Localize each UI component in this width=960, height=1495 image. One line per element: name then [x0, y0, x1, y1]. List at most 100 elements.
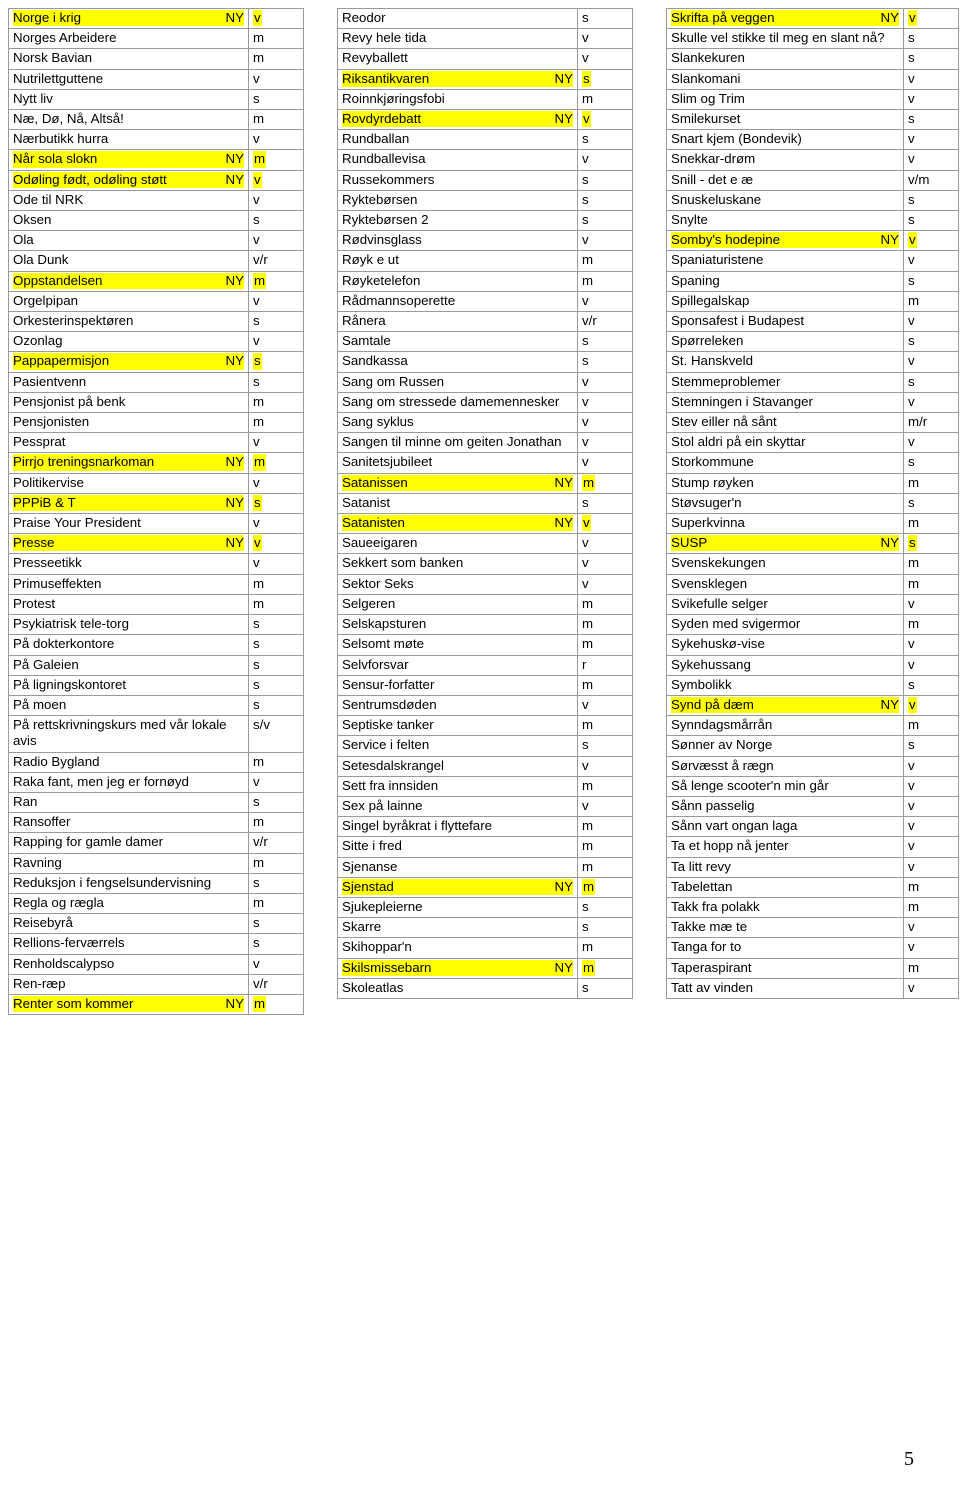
sketch-title-cell: Singel byråkrat i flyttefare [337, 816, 578, 838]
sketch-title-cell: Sponsafest i Budapest [666, 311, 904, 333]
title-line: Skihoppar'n [342, 939, 573, 955]
sketch-title-text: Sanitetsjubileet [342, 454, 433, 470]
table-row: Synndagsmårrån m [666, 715, 959, 737]
table-row: Synd på dæm NY v [666, 694, 959, 717]
sketch-type-cell: v [248, 7, 304, 30]
sketch-type-cell: v [903, 129, 959, 151]
table-row: Røyketelefon m [337, 270, 633, 292]
new-badge: NY [880, 232, 899, 248]
sketch-type-cell: m [248, 852, 304, 874]
table-row: Samtale s [337, 331, 633, 353]
table-row: På dokterkontore s [8, 634, 304, 656]
sketch-type-cell: v [903, 795, 959, 818]
sketch-title-cell: Samtale [337, 331, 578, 353]
sketch-type-code: v [253, 292, 260, 308]
sketch-title-cell: Pappapermisjon NY [8, 351, 249, 373]
sketch-type-code: m [582, 636, 594, 652]
sketch-type-code: v [908, 595, 915, 611]
sketch-type-cell: s [577, 68, 633, 90]
sketch-type-code: m [253, 814, 265, 830]
sketch-type-code: m [253, 414, 265, 430]
sketch-type-cell: v [577, 109, 633, 131]
table-row: Pirrjo treningsnarkoman NY m [8, 452, 304, 474]
sketch-title-text: Sett fra innsiden [342, 777, 439, 793]
table-row: Sørvæsst å rægn v [666, 755, 959, 777]
sketch-title-cell: Skrifta på veggen NY [666, 7, 904, 30]
title-line: Skilsmissebarn NY [342, 959, 573, 976]
sketch-title-cell: Raka fant, men jeg er fornøyd [8, 771, 249, 793]
title-line: Støvsuger'n [671, 495, 899, 511]
sketch-title-text: Nutrilettguttene [13, 70, 104, 86]
sketch-title-text: Septiske tanker [342, 717, 434, 733]
sketch-title-cell: Russekommers [337, 169, 578, 191]
sketch-title-cell: Smilekurset [666, 109, 904, 131]
sketch-type-cell: m [577, 816, 633, 838]
sketch-title-cell: Takk fra polakk [666, 896, 904, 919]
title-line: Raka fant, men jeg er fornøyd [13, 774, 244, 790]
sketch-title-text: Primuseffekten [13, 575, 102, 591]
title-line: Pensjonisten [13, 414, 244, 430]
sketch-type-code: v [253, 131, 260, 147]
sketch-title-cell: Slankekuren [666, 48, 904, 70]
sketch-title-cell: Somby's hodepine NY [666, 230, 904, 252]
sketch-title-text: Ransoffer [13, 814, 71, 830]
title-line: Snuskeluskane [671, 192, 899, 208]
sketch-title-text: Politikervise [13, 474, 84, 490]
table-row: Sex på lainne v [337, 795, 633, 818]
sketch-title-text: Når sola slokn [13, 151, 98, 167]
title-line: Storkommune [671, 454, 899, 470]
table-row: Rovdyrdebatt NY v [337, 109, 633, 131]
sketch-type-cell: m [577, 593, 633, 616]
sketch-title-text: Sekkert som banken [342, 555, 464, 571]
sketch-title-text: Rådmannsoperette [342, 292, 456, 308]
sketch-type-code: m [582, 474, 596, 491]
table-row: Sitte i fred m [337, 836, 633, 858]
sketch-title-text: Skulle vel stikke til meg en slant nå? [671, 30, 885, 46]
sketch-type-cell: v [248, 169, 304, 191]
sketch-title-text: Slankomani [671, 70, 741, 86]
sketch-title-text: Sjenstad [342, 878, 394, 894]
sketch-title-text: Roinnkjøringsfobi [342, 90, 445, 106]
sketch-type-cell: m [577, 250, 633, 272]
title-line: Psykiatrisk tele-torg [13, 616, 244, 632]
table-row: Stemningen i Stavanger v [666, 391, 959, 414]
sketch-type-cell: m/r [903, 412, 959, 434]
sketch-title-cell: Svenskekungen [666, 553, 904, 575]
sketch-listing-table: Skrifta på veggen NY v Skulle vel stikke ti… [666, 7, 959, 999]
sketch-type-cell: v [577, 553, 633, 575]
new-badge: NY [554, 515, 573, 531]
sketch-type-code: m [582, 676, 594, 692]
sketch-title-text: Sangen til minne om geiten Jonathan [342, 434, 562, 450]
sketch-title-cell: Tatt av vinden [666, 977, 904, 999]
sketch-title-cell: Sønner av Norge [666, 735, 904, 757]
title-line: Norges Arbeidere [13, 30, 244, 46]
sketch-type-code: v [582, 757, 589, 773]
table-row: Sektor Seks v [337, 573, 633, 595]
sketch-title-text: Røyketelefon [342, 272, 421, 288]
table-row: Sykehussang v [666, 654, 959, 676]
table-row: Næ, Dø, Nå, Altså! m [8, 109, 304, 131]
sketch-title-text: Oksen [13, 212, 52, 228]
sketch-type-code: m [908, 575, 920, 591]
sketch-type-code: v [908, 797, 915, 813]
title-line: Ta litt revy [671, 859, 899, 875]
sketch-type-code: m [908, 474, 920, 490]
sketch-type-code: v [253, 10, 262, 27]
sketch-title-text: Rellions-ferværrels [13, 935, 125, 951]
title-line: Ren-ræp [13, 976, 244, 992]
sketch-title-text: Revyballett [342, 50, 408, 66]
sketch-type-cell: s [577, 7, 633, 30]
sketch-type-code: v [908, 252, 915, 268]
sketch-title-cell: Renholdscalypso [8, 953, 249, 975]
table-row: Skilsmissebarn NY m [337, 957, 633, 979]
title-line: Revy hele tida [342, 30, 573, 46]
title-line: Roinnkjøringsfobi [342, 91, 573, 107]
sketch-title-cell: Primuseffekten [8, 573, 249, 595]
sketch-title-text: PPPiB & T [13, 494, 76, 510]
title-line: Skrifta på veggen NY [671, 10, 899, 27]
sketch-title-cell: Reodor [337, 7, 578, 30]
sketch-title-cell: Sangen til minne om geiten Jonathan [337, 432, 578, 454]
sketch-title-cell: Rovdyrdebatt NY [337, 109, 578, 131]
sketch-title-text: På ligningskontoret [13, 676, 127, 692]
sketch-title-cell: Spillegalskap [666, 290, 904, 313]
